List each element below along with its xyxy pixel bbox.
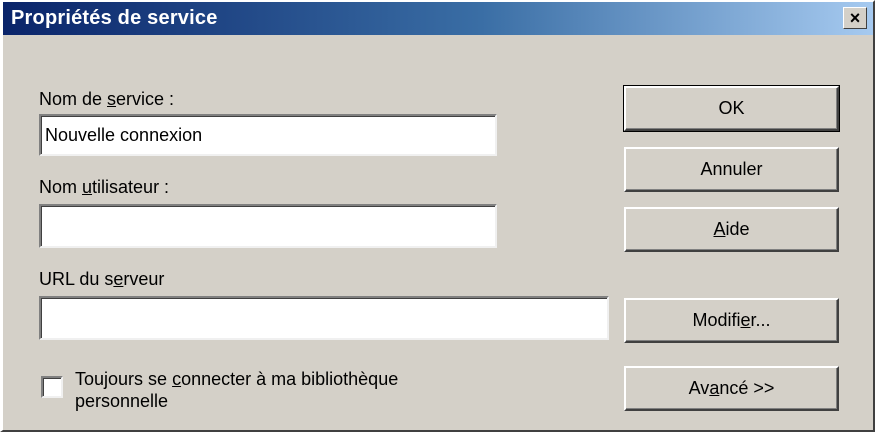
close-icon: ×	[849, 8, 861, 28]
always-connect-checkbox[interactable]	[41, 376, 63, 398]
help-button-label: Aide	[713, 219, 750, 239]
title-bar[interactable]: Propriétés de service ×	[3, 2, 873, 35]
advanced-button[interactable]: Avancé >>	[624, 366, 839, 411]
close-button[interactable]: ×	[843, 7, 867, 29]
always-connect-label-line2: personnelle	[75, 391, 169, 411]
help-button[interactable]: Aide	[624, 207, 839, 252]
dialog-title: Propriétés de service	[11, 7, 218, 29]
server-url-input[interactable]	[39, 296, 609, 340]
username-input[interactable]	[39, 204, 497, 248]
service-name-input[interactable]	[39, 114, 497, 156]
ok-button-label: OK	[718, 98, 745, 118]
cancel-button[interactable]: Annuler	[624, 147, 839, 192]
service-name-label: Nom de service :	[39, 89, 175, 109]
always-connect-label[interactable]: Toujours se connecter à ma bibliothèque …	[75, 368, 398, 412]
cancel-button-label: Annuler	[700, 159, 763, 179]
advanced-button-label: Avancé >>	[688, 378, 775, 398]
server-url-label: URL du serveur	[39, 269, 165, 289]
service-properties-dialog: Propriétés de service × Nom de service :…	[0, 0, 875, 432]
modify-button-label: Modifier...	[692, 310, 771, 330]
ok-button[interactable]: OK	[623, 85, 840, 132]
username-label: Nom utilisateur :	[39, 177, 170, 197]
always-connect-label-line1: Toujours se connecter à ma bibliothèque	[75, 369, 399, 389]
modify-button[interactable]: Modifier...	[624, 298, 839, 343]
